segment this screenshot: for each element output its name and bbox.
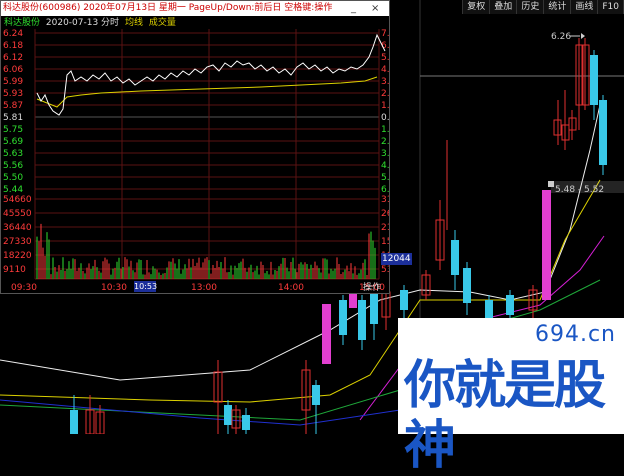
toolbar-f10[interactable]: F10 — [598, 0, 624, 14]
candle — [242, 408, 250, 434]
candle — [231, 405, 241, 434]
price-axis-label: 5.56 — [3, 161, 23, 171]
price-axis-label: 5.87 — [3, 101, 23, 111]
pct-axis-label: 7.40% — [381, 29, 389, 39]
toolbar-diejia[interactable]: 叠加 — [490, 0, 518, 14]
operate-button[interactable]: 操作 — [363, 281, 381, 293]
price-axis-label: 6.06 — [3, 65, 23, 75]
close-icon[interactable]: × — [371, 1, 379, 16]
vol-axis-label-right: 2124万 — [381, 223, 389, 233]
pct-axis-label: 1.06% — [381, 101, 389, 111]
pct-axis-label: 1.06% — [381, 125, 389, 135]
range-label: 5.48 - 5.52 — [555, 185, 604, 195]
candle — [599, 95, 607, 175]
candle — [421, 270, 431, 300]
candle — [85, 395, 95, 434]
vol-axis-label-right: 531.1万 — [381, 265, 389, 275]
candle — [568, 110, 577, 140]
pct-axis-label: 4.23% — [381, 161, 389, 171]
kline-toolbar: 复权 叠加 历史 统计 画线 F10 — [462, 0, 624, 14]
price-axis-label: 6.12 — [3, 53, 23, 63]
vol-axis-label: 45550 — [3, 209, 32, 219]
price-axis-label: 5.44 — [3, 185, 23, 195]
candle — [561, 90, 570, 150]
candle — [70, 395, 78, 434]
candle — [312, 380, 320, 434]
price-axis-label: 5.63 — [3, 149, 23, 159]
candle — [358, 295, 366, 350]
vol-axis-label-right: 3187万 — [381, 195, 389, 205]
vol-axis-label-right: 1593万 — [381, 237, 389, 247]
time-axis-label: 13:00 — [191, 283, 217, 293]
candle — [463, 262, 471, 315]
pct-axis-label: 4.23% — [381, 65, 389, 75]
candle — [542, 190, 551, 300]
vol-axis-label-right: 2656万 — [381, 209, 389, 219]
watermark: 694.cn 你就是股神 — [398, 318, 624, 476]
candle — [213, 360, 223, 434]
pct-axis-label: 3.17% — [381, 77, 389, 87]
candle — [435, 200, 445, 270]
candle — [400, 285, 408, 318]
vol-axis-label: 18220 — [3, 251, 32, 261]
pct-axis-label: 2.11% — [381, 137, 389, 147]
price-axis-label: 6.24 — [3, 29, 23, 39]
vol-axis-label: 36440 — [3, 223, 32, 233]
high-price-label: 6.26 — [551, 32, 571, 42]
candle — [224, 400, 232, 434]
watermark-site: 694.cn — [534, 322, 616, 347]
candle — [349, 292, 357, 308]
price-axis-label: 6.18 — [3, 41, 23, 51]
toolbar-tongji[interactable]: 统计 — [544, 0, 572, 14]
vol-label: 成交量 — [148, 18, 176, 28]
pct-axis-label: 6.34% — [381, 185, 389, 195]
intraday-chart[interactable]: 6.24 7.40% 6.18 6.34% 6.12 5.29% 6.06 4.23% 5.99… — [1, 1, 389, 293]
price-axis-label: 5.50 — [3, 173, 23, 183]
candle — [322, 304, 331, 364]
candle — [590, 50, 598, 120]
time-axis-label: 09:30 — [11, 283, 37, 293]
candle — [339, 295, 347, 345]
minimize-icon[interactable]: _ — [351, 1, 356, 16]
vol-axis-label: 54660 — [3, 195, 32, 205]
date-label: 2020-07-13 分时 — [45, 18, 120, 28]
pct-axis-label: 5.29% — [381, 173, 389, 183]
pct-axis-label: 3.17% — [381, 149, 389, 159]
pct-axis-label: 0.00% — [381, 113, 389, 123]
candle — [370, 290, 378, 340]
candle — [381, 290, 391, 330]
toolbar-lishi[interactable]: 历史 — [517, 0, 545, 14]
candle — [553, 100, 562, 145]
price-axis-label: 5.75 — [3, 125, 23, 135]
toolbar-huaxian[interactable]: 画线 — [571, 0, 599, 14]
price-axis-label: 5.99 — [3, 77, 23, 87]
avg-label: 均线 — [124, 18, 143, 28]
intraday-popup[interactable]: 6.24 7.40% 6.18 6.34% 6.12 5.29% 6.06 4.23% 5.99… — [0, 0, 412, 294]
popup-info-bar: 科达股份 2020-07-13 分时 均线 成交量 — [1, 16, 389, 30]
vol-axis-label: 9110 — [3, 265, 26, 275]
vol-axis-label: 27330 — [3, 237, 32, 247]
time-axis-label: 14:00 — [278, 283, 304, 293]
popup-title-bar: 科达股份(600986) 2020年07月13日 星期一 PageUp/Down… — [1, 1, 389, 16]
toolbar-fuquan[interactable]: 复权 — [463, 0, 491, 14]
price-axis-label: 5.69 — [3, 137, 23, 147]
price-axis-label: 5.93 — [3, 89, 23, 99]
time-highlight: 10:53 — [134, 281, 158, 292]
stock-name: 科达股份 — [4, 18, 41, 28]
time-axis-label: 10:30 — [101, 283, 127, 293]
price-axis-label: 5.81 — [3, 113, 23, 123]
pct-axis-label: 5.29% — [381, 53, 389, 63]
intraday-price-line — [36, 33, 386, 116]
candle — [451, 230, 459, 290]
pct-axis-label: 2.11% — [381, 89, 389, 99]
watermark-slogan: 你就是股神 — [404, 356, 606, 476]
current-volume-box: 12044 — [381, 253, 412, 265]
popup-title: 科达股份(600986) 2020年07月13日 星期一 PageUp/Down… — [3, 3, 333, 13]
